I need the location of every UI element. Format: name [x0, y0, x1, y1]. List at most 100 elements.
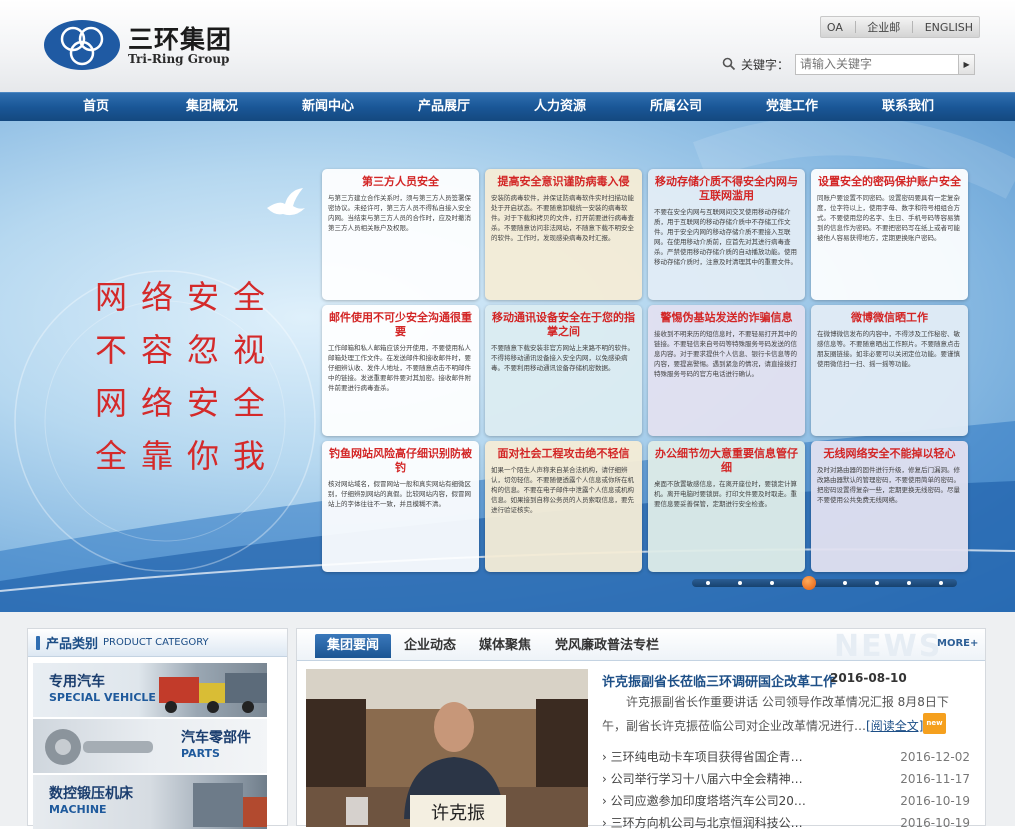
tab-group-news[interactable]: 集团要闻 [315, 634, 392, 658]
category-label-en: PARTS [181, 747, 220, 760]
category-special-vehicle[interactable]: 专用汽车 SPECIAL VEHICLE [33, 663, 267, 717]
featured-news-date: 2016-08-10 [830, 671, 907, 685]
tab-media-focus[interactable]: 媒体聚焦 [479, 634, 531, 658]
news-item-date: 2016-12-02 [900, 750, 970, 764]
category-label-cn: 专用汽车 [49, 674, 105, 690]
oa-link[interactable]: OA [827, 21, 843, 34]
category-header: 产品类别 PRODUCT CATEGORY [28, 629, 287, 657]
news-list-item[interactable]: › 公司应邀参加印度塔塔汽车公司20… 2016-10-19 [602, 790, 970, 812]
news-list: › 三环纯电动卡车项目获得省国企青… 2016-12-02 › 公司举行学习十八… [602, 746, 970, 834]
news-item-title: › 公司应邀参加印度塔塔汽车公司20… [602, 794, 806, 808]
security-tip-card: 第三方人员安全 与第三方建立合作关系时，须与第三方人员签署保密协议。未经许可，第… [322, 169, 479, 300]
card-body: 同账户要设置不同密码。设置密码要具有一定复杂度，位字符以上，使用字母、数字和符号… [817, 194, 960, 242]
featured-news-title[interactable]: 许克振副省长莅临三环调研国企改革工作 [602, 671, 836, 690]
security-tip-card: 警惕伪基站发送的诈骗信息 接收到不明来历的短信息时，不要轻易打开其中的链接。不要… [648, 305, 805, 436]
logo-english-name: Tri-Ring Group [128, 52, 230, 66]
news-tabs: NEWS 集团要闻 企业动态 媒体聚焦 党风廉政普法专栏 MORE+ [297, 629, 985, 664]
slogan-line: 不容忽视 [95, 331, 280, 369]
slide-dot[interactable] [939, 581, 944, 585]
dove-icon [267, 188, 305, 216]
card-body: 如果一个陌生人声称来自某合法机构，请仔细辨认，切勿轻信。不要随便透露个人信息或你… [491, 466, 634, 514]
card-body: 不要随意下载安装非官方网站上来路不明的软件。不得将移动通讯设备接入安全内网，以免… [491, 344, 634, 372]
news-list-item[interactable]: › 公司举行学习十八届六中全会精神… 2016-11-17 [602, 768, 970, 790]
hero-banner[interactable]: 网络安全 不容忽视 网络安全 全靠你我 第三方人员安全 与第三方建立合作关系时，… [0, 121, 1015, 612]
slide-indicator [692, 576, 957, 590]
card-body: 在微博微信发布的内容中，不得涉及工作秘密、敏感信息等。不要随意晒出工作照片。不要… [817, 330, 960, 368]
category-label-cn: 汽车零部件 [181, 730, 251, 746]
news-panel: NEWS 集团要闻 企业动态 媒体聚焦 党风廉政普法专栏 MORE+ 许克振 许… [296, 628, 986, 830]
search-submit-button[interactable]: ▶ [959, 53, 976, 75]
category-label-cn: 数控锻压机床 [49, 786, 133, 802]
news-watermark: NEWS [834, 629, 943, 664]
machine-icon [193, 783, 267, 827]
more-link[interactable]: MORE+ [937, 638, 978, 649]
news-list-item[interactable]: › 三环纯电动卡车项目获得省国企青… 2016-12-02 [602, 746, 970, 768]
top-links-bar: OA 企业邮 ENGLISH [820, 16, 980, 38]
category-machine[interactable]: 数控锻压机床 MACHINE [33, 775, 267, 829]
nav-item-subsidiaries[interactable]: 所属公司 [618, 93, 734, 120]
news-photo[interactable]: 许克振 [306, 669, 588, 827]
featured-news-summary: 许克振副省长作重要讲话 公司领导作改革情况汇报 8月8日下午，副省长许克振莅临公… [602, 692, 972, 737]
slogan-line: 网络安全 [95, 384, 280, 422]
card-body: 接收到不明来历的短信息时，不要轻易打开其中的链接。不要轻信来自号码等特殊服务号码… [654, 330, 797, 378]
news-item-title: › 三环方向机公司与北京恒润科技公… [602, 816, 803, 830]
security-tips-grid: 第三方人员安全 与第三方建立合作关系时，须与第三方人员签署保密协议。未经许可，第… [322, 169, 968, 572]
nav-item-contact[interactable]: 联系我们 [850, 93, 966, 120]
news-item-date: 2016-11-17 [900, 772, 970, 786]
news-list-item[interactable]: › 三环方向机公司与北京恒润科技公… 2016-10-19 [602, 812, 970, 834]
category-parts[interactable]: 汽车零部件 PARTS [33, 719, 267, 773]
card-body: 工作邮箱和私人邮箱应该分开使用，不要使用私人邮箱处理工作文件。在发送邮件和接收邮… [328, 344, 471, 392]
enterprise-mail-link[interactable]: 企业邮 [867, 19, 900, 35]
security-tip-card: 办公细节勿大意重要信息管仔细 桌面不放置敏感信息，在离开座位时，要锁定计算机。离… [648, 441, 805, 572]
site-header: 三环集团 Tri-Ring Group OA 企业邮 ENGLISH 关键字： … [0, 0, 1015, 92]
slide-dot[interactable] [875, 581, 880, 585]
security-tip-card: 设置安全的密码保护账户安全 同账户要设置不同密码。设置密码要具有一定复杂度，位字… [811, 169, 968, 300]
nav-item-home[interactable]: 首页 [38, 93, 154, 120]
slide-dot[interactable] [769, 581, 774, 585]
card-title: 第三方人员安全 [362, 175, 439, 188]
slide-dot[interactable] [737, 581, 742, 585]
logo-chinese-name: 三环集团 [128, 25, 233, 54]
nav-item-hr[interactable]: 人力资源 [502, 93, 618, 120]
news-photo-image: 许克振 [306, 669, 588, 827]
nav-item-group-overview[interactable]: 集团概况 [154, 93, 270, 120]
security-tip-card: 移动存储介质不得安全内网与互联网滥用 不要在安全内网与互联网间交叉使用移动存储介… [648, 169, 805, 300]
english-link[interactable]: ENGLISH [925, 21, 973, 34]
nav-item-products[interactable]: 产品展厅 [386, 93, 502, 120]
slide-dot[interactable] [843, 581, 848, 585]
card-body: 及时对路由器的固件进行升级，修复后门漏洞。修改路由器默认的管理密码，不要使用简单… [817, 466, 960, 504]
news-item-date: 2016-10-19 [900, 794, 970, 808]
news-item-title: › 三环纯电动卡车项目获得省国企青… [602, 750, 803, 764]
security-tip-card: 钓鱼网站风险高仔细识别防被钓 核对网站域名，假冒网站一般和真实网站有细微区别，仔… [322, 441, 479, 572]
name-plate-text: 许克振 [431, 803, 485, 824]
main-nav: 首页 集团概况 新闻中心 产品展厅 人力资源 所属公司 党建工作 联系我们 [0, 92, 1015, 121]
security-tip-card: 无线网络安全不能掉以轻心 及时对路由器的固件进行升级，修复后门漏洞。修改路由器默… [811, 441, 968, 572]
search-input[interactable] [795, 53, 960, 75]
security-tip-card: 面对社会工程攻击绝不轻信 如果一个陌生人声称来自某合法机构，请仔细辨认，切勿轻信… [485, 441, 642, 572]
tri-ring-logo[interactable]: 三环集团 Tri-Ring Group [42, 16, 242, 76]
slide-dot[interactable] [801, 576, 816, 590]
category-title-en: PRODUCT CATEGORY [103, 637, 209, 648]
search-bar: 关键字： ▶ [722, 53, 976, 75]
news-item-date: 2016-10-19 [900, 816, 970, 830]
product-category-panel: 产品类别 PRODUCT CATEGORY 专用汽车 SPECIAL VEHIC… [27, 628, 288, 829]
truck-icon [159, 673, 267, 713]
security-tip-card: 提高安全意识谨防病毒入侵 安装防病毒软件，并保证防病毒软件实时扫描功能处于开启状… [485, 169, 642, 300]
slide-dot[interactable] [705, 581, 710, 585]
security-tip-card: 微博微信晒工作 在微博微信发布的内容中，不得涉及工作秘密、敏感信息等。不要随意晒… [811, 305, 968, 436]
security-tip-card: 移动通讯设备安全在于您的指掌之间 不要随意下载安装非官方网站上来路不明的软件。不… [485, 305, 642, 436]
nav-item-news-center[interactable]: 新闻中心 [270, 93, 386, 120]
slogan-line: 网络安全 [95, 278, 280, 316]
new-badge: new [923, 713, 946, 734]
card-body: 不要在安全内网与互联网间交叉使用移动存储介质，用于互联网的移动存储介质中不存储工… [654, 208, 797, 266]
read-more-link[interactable]: [阅读全文] [866, 719, 923, 733]
banner-slogan: 网络安全 不容忽视 网络安全 全靠你我 [95, 271, 279, 483]
card-body: 桌面不放置敏感信息，在离开座位时，要锁定计算机。离开电脑时要锁屏。打印文件要及时… [654, 480, 797, 508]
divider [854, 21, 856, 33]
triangle-right-icon: ▶ [963, 59, 970, 69]
slide-dot[interactable] [907, 581, 912, 585]
tab-party-integrity[interactable]: 党风廉政普法专栏 [555, 634, 659, 658]
tab-enterprise-news[interactable]: 企业动态 [404, 634, 456, 658]
nav-item-party-building[interactable]: 党建工作 [734, 93, 850, 120]
card-title: 设置安全的密码保护账户安全 [818, 175, 961, 188]
